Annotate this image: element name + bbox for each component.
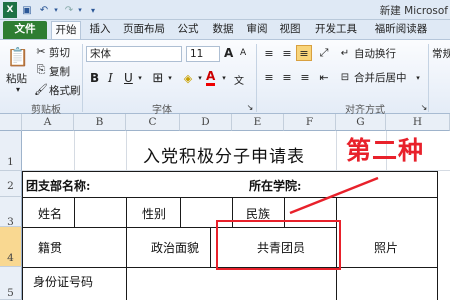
annotation-label: 第二种 [346, 136, 425, 165]
